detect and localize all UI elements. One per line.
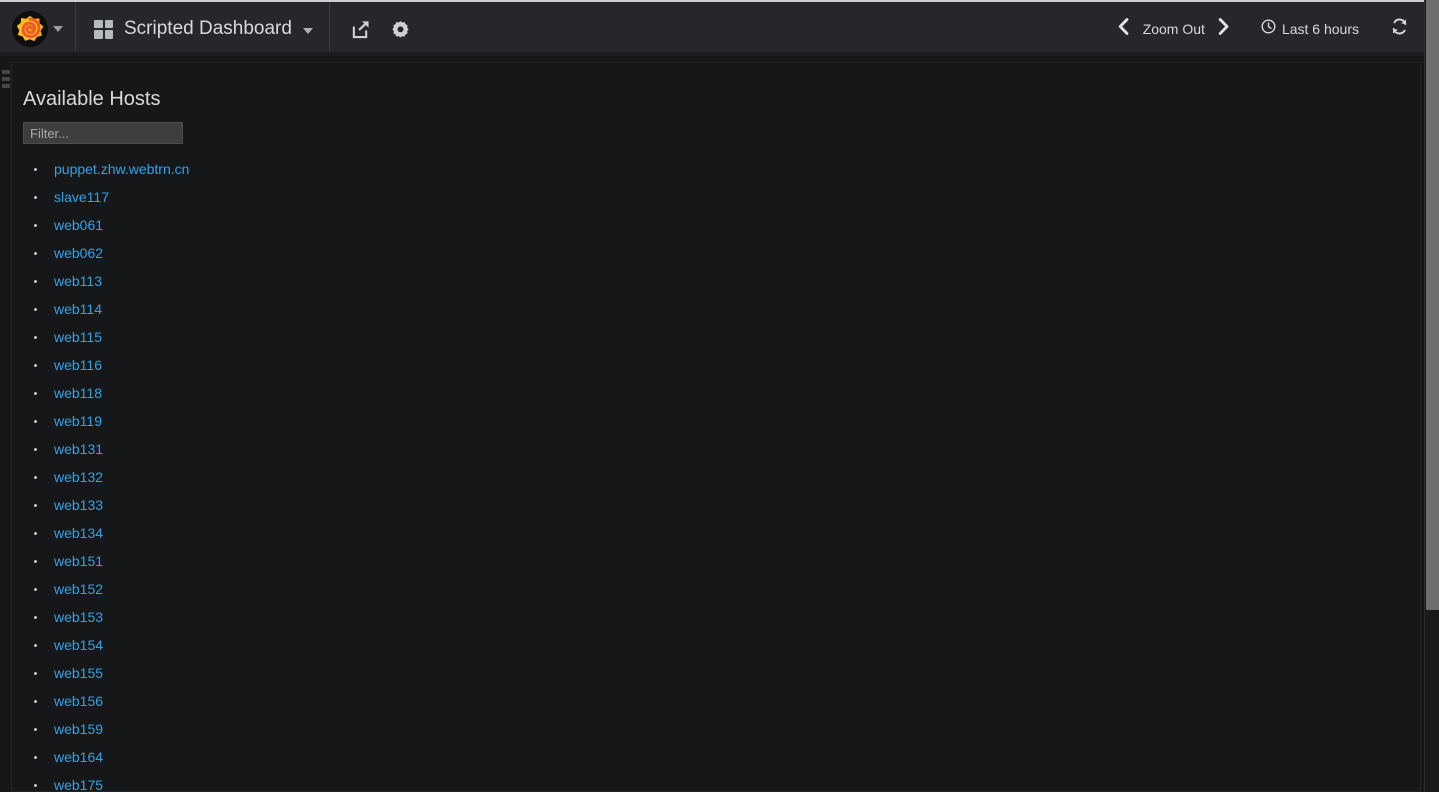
host-link[interactable]: web134: [54, 525, 103, 541]
list-item: web175: [23, 771, 1420, 791]
list-item: web115: [23, 323, 1420, 351]
host-filter-input[interactable]: [23, 122, 183, 144]
clock-icon: [1261, 19, 1276, 39]
panel-drag-handle-icon[interactable]: [2, 70, 10, 88]
top-navbar: Scripted Dashboard Zoom Out Last 6 hours: [0, 0, 1439, 56]
list-item: web061: [23, 211, 1420, 239]
host-link[interactable]: web061: [54, 217, 103, 233]
host-link[interactable]: web153: [54, 609, 103, 625]
host-list: puppet.zhw.webtrn.cn slave117 web061 web…: [23, 155, 1420, 791]
host-link[interactable]: web152: [54, 581, 103, 597]
grafana-logo-menu[interactable]: [0, 2, 76, 56]
host-link[interactable]: web132: [54, 469, 103, 485]
grafana-logo-icon[interactable]: [12, 11, 48, 47]
list-item: web164: [23, 743, 1420, 771]
list-item: web131: [23, 435, 1420, 463]
host-link[interactable]: web164: [54, 749, 103, 765]
host-link[interactable]: slave117: [54, 189, 109, 205]
list-item: web153: [23, 603, 1420, 631]
time-controls: Zoom Out Last 6 hours: [1109, 2, 1439, 56]
host-link[interactable]: puppet.zhw.webtrn.cn: [54, 161, 189, 177]
list-item: web152: [23, 575, 1420, 603]
list-item: web114: [23, 295, 1420, 323]
list-item: web116: [23, 351, 1420, 379]
host-link[interactable]: web113: [54, 273, 102, 289]
time-shift-forward-button[interactable]: [1209, 12, 1239, 46]
host-link[interactable]: web115: [54, 329, 102, 345]
zoom-out-button[interactable]: Zoom Out: [1139, 21, 1209, 37]
panel-content: Available Hosts puppet.zhw.webtrn.cn sla…: [12, 63, 1420, 791]
caret-down-icon: [53, 26, 63, 32]
list-item: web134: [23, 519, 1420, 547]
host-link[interactable]: web156: [54, 693, 103, 709]
time-shift-back-button[interactable]: [1109, 12, 1139, 46]
host-link[interactable]: web131: [54, 441, 103, 457]
chevron-right-icon: [1217, 18, 1230, 40]
host-link[interactable]: web175: [54, 777, 103, 791]
host-link[interactable]: web133: [54, 497, 103, 513]
host-link[interactable]: web114: [54, 301, 102, 317]
list-item: web062: [23, 239, 1420, 267]
list-item: web154: [23, 631, 1420, 659]
share-export-icon: [351, 20, 370, 39]
refresh-button[interactable]: [1385, 14, 1413, 44]
list-item: web159: [23, 715, 1420, 743]
host-link[interactable]: web151: [54, 553, 103, 569]
dashboard-title: Scripted Dashboard: [124, 18, 292, 39]
list-item: puppet.zhw.webtrn.cn: [23, 155, 1420, 183]
host-link[interactable]: web155: [54, 665, 103, 681]
list-item: web133: [23, 491, 1420, 519]
page-scrollbar-thumb[interactable]: [1426, 0, 1439, 610]
list-item: web118: [23, 379, 1420, 407]
share-dashboard-button[interactable]: [344, 12, 378, 46]
host-link[interactable]: web062: [54, 245, 103, 261]
list-item: web151: [23, 547, 1420, 575]
chevron-down-icon: [302, 28, 313, 34]
available-hosts-panel: Available Hosts puppet.zhw.webtrn.cn sla…: [11, 62, 1421, 792]
list-item: web119: [23, 407, 1420, 435]
host-link[interactable]: web159: [54, 721, 103, 737]
time-range-label: Last 6 hours: [1281, 21, 1359, 37]
page-vertical-scrollbar[interactable]: [1424, 0, 1439, 792]
gear-icon: [391, 20, 410, 39]
list-item: web132: [23, 463, 1420, 491]
host-link[interactable]: web119: [54, 413, 102, 429]
list-item: web113: [23, 267, 1420, 295]
list-item: slave117: [23, 183, 1420, 211]
dashboard-title-dropdown[interactable]: Scripted Dashboard: [76, 2, 330, 56]
dashboard-settings-button[interactable]: [384, 12, 418, 46]
list-item: web156: [23, 687, 1420, 715]
host-link[interactable]: web154: [54, 637, 103, 653]
panel-title: Available Hosts: [23, 88, 161, 110]
host-link[interactable]: web118: [54, 385, 102, 401]
chevron-left-icon: [1117, 18, 1130, 40]
time-range-picker[interactable]: Last 6 hours: [1261, 19, 1359, 39]
dashboard-body: Available Hosts puppet.zhw.webtrn.cn sla…: [0, 56, 1427, 792]
host-link[interactable]: web116: [54, 357, 102, 373]
dashboard-grid-icon: [94, 19, 113, 39]
list-item: web155: [23, 659, 1420, 687]
dashboard-action-icons: [330, 2, 418, 56]
refresh-icon: [1391, 18, 1408, 40]
